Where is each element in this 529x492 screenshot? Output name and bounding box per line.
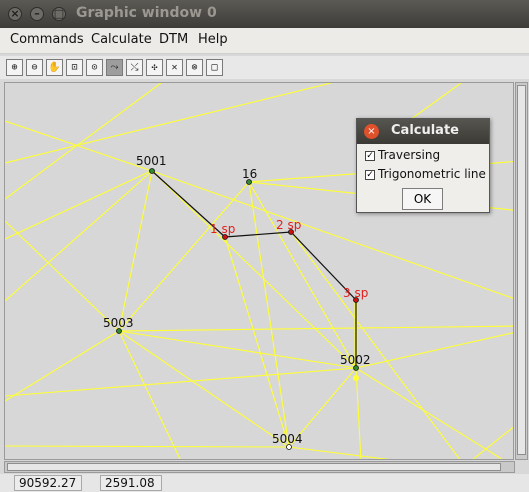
point-5004-label: 5004	[272, 432, 303, 446]
toolbar: ⊕ ⊖ ✋ ⊡ ⊙ ⤳ ⤯ ✣ ✕ ⊗ □	[0, 56, 529, 79]
vertical-scroll-thumb[interactable]	[517, 85, 526, 455]
zoom-window-icon[interactable]: ⊡	[66, 59, 83, 76]
status-y-coordinate: 2591.08	[100, 475, 162, 491]
target-icon[interactable]: ⊗	[186, 59, 203, 76]
trigonometric-line-label: Trigonometric line	[378, 167, 486, 181]
dialog-titlebar[interactable]: × Calculate	[357, 119, 489, 144]
horizontal-scroll-thumb[interactable]	[7, 463, 501, 471]
point-5002-label: 5002	[340, 353, 371, 367]
status-x-coordinate: 90592.27	[14, 475, 82, 491]
minimize-window-button[interactable]: –	[30, 7, 44, 21]
snap-icon[interactable]: ⤯	[126, 59, 143, 76]
statusbar: 90592.27 2591.08	[0, 474, 529, 492]
horizontal-scrollbar[interactable]	[4, 461, 515, 473]
traversing-label: Traversing	[378, 148, 441, 162]
pan-hand-icon[interactable]: ✋	[46, 59, 63, 76]
window-titlebar[interactable]: × – □ Graphic window 0	[0, 0, 529, 28]
zoom-out-icon[interactable]: ⊖	[26, 59, 43, 76]
zoom-in-icon[interactable]: ⊕	[6, 59, 23, 76]
select-point-icon[interactable]: ✣	[146, 59, 163, 76]
point-5001-marker[interactable]	[149, 168, 155, 174]
point-5003-label: 5003	[103, 316, 134, 330]
cross-icon[interactable]: ✕	[166, 59, 183, 76]
square-icon[interactable]: □	[206, 59, 223, 76]
vertical-scrollbar[interactable]	[515, 82, 528, 460]
ok-button[interactable]: OK	[402, 188, 443, 210]
point-1sp-label: 1 sp	[210, 222, 235, 236]
trigonometric-line-checkbox[interactable]: ✓	[365, 170, 375, 180]
point-3sp-label: 3 sp	[343, 286, 368, 300]
draw-line-icon[interactable]: ⤳	[106, 59, 123, 76]
menubar: Commands Calculate DTM Help	[0, 28, 529, 54]
point-16-label: 16	[242, 167, 257, 181]
calculate-dialog: × Calculate ✓ Traversing ✓ Trigonometric…	[356, 118, 490, 213]
zoom-prev-icon[interactable]: ⊙	[86, 59, 103, 76]
menu-commands[interactable]: Commands	[10, 32, 84, 47]
menu-dtm[interactable]: DTM	[159, 32, 188, 47]
point-2sp-label: 2 sp	[276, 218, 301, 232]
window-title: Graphic window 0	[76, 5, 217, 21]
dialog-title: Calculate	[391, 123, 459, 138]
traversing-checkbox[interactable]: ✓	[365, 151, 375, 161]
point-5001-label: 5001	[136, 154, 167, 168]
maximize-window-button[interactable]: □	[52, 7, 66, 21]
close-window-button[interactable]: ×	[8, 7, 22, 21]
menu-calculate[interactable]: Calculate	[91, 32, 152, 47]
dialog-close-button[interactable]: ×	[364, 124, 379, 139]
menu-help[interactable]: Help	[198, 32, 228, 47]
leg-end-marker	[353, 375, 359, 381]
